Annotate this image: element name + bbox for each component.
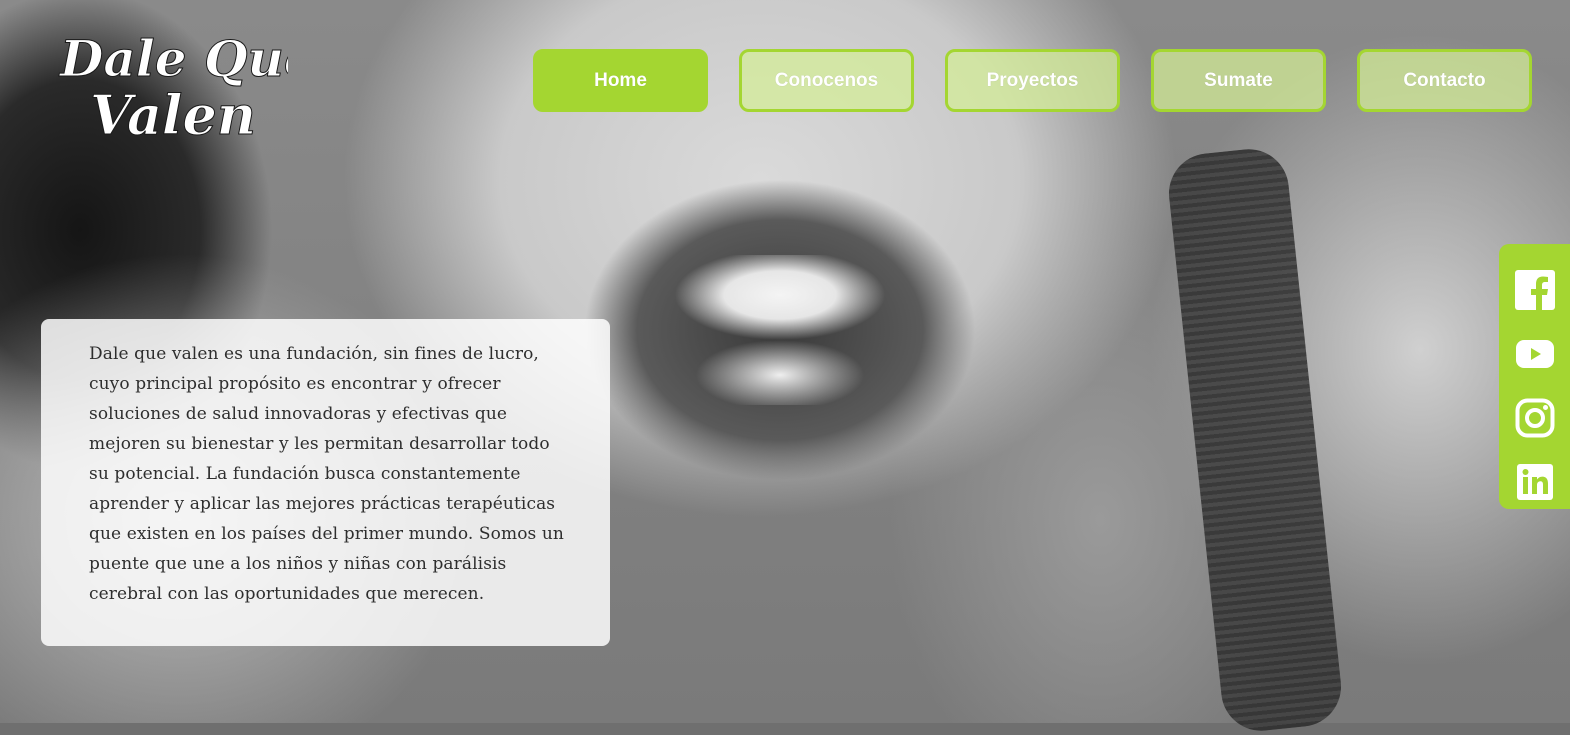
linkedin-icon (1517, 464, 1553, 500)
social-links-bar (1499, 244, 1570, 509)
site-logo[interactable]: Dale Que Valen (56, 20, 289, 146)
logo-mark: Dale Que Valen (58, 29, 289, 146)
nav-home-button[interactable]: Home (533, 49, 708, 112)
youtube-icon (1516, 340, 1554, 368)
intro-card: Dale que valen es una fundación, sin fin… (41, 319, 610, 646)
linkedin-link[interactable] (1499, 450, 1570, 514)
facebook-link[interactable] (1499, 258, 1570, 322)
nav-proyectos-button[interactable]: Proyectos (945, 49, 1120, 112)
hero-photo-detail (640, 255, 920, 405)
nav-contacto-button[interactable]: Contacto (1357, 49, 1532, 112)
nav-sumate-button[interactable]: Sumate (1151, 49, 1326, 112)
logo-line-2: Valen (90, 83, 256, 145)
hero-photo-strap (1165, 145, 1345, 735)
youtube-link[interactable] (1499, 322, 1570, 386)
nav-conocenos-button[interactable]: Conocenos (739, 49, 914, 112)
instagram-link[interactable] (1499, 386, 1570, 450)
intro-description: Dale que valen es una fundación, sin fin… (89, 344, 564, 604)
facebook-icon (1515, 270, 1555, 310)
instagram-icon (1515, 398, 1555, 438)
logo-line-1: Dale Que (58, 29, 288, 88)
main-navigation: Home Conocenos Proyectos Sumate Contacto (533, 49, 1532, 112)
